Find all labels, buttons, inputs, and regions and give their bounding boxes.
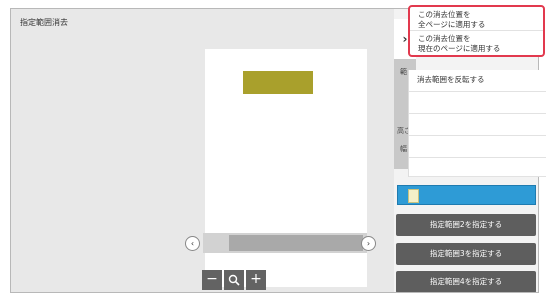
scroll-left-button[interactable]: ‹ bbox=[185, 236, 200, 251]
menu-item-label: 全ページに適用する bbox=[418, 20, 486, 29]
set-range4-button[interactable]: 指定範囲4を指定する bbox=[396, 271, 536, 292]
menu-item-blank bbox=[409, 114, 546, 136]
menu-item-blank bbox=[409, 158, 546, 177]
range1-tile[interactable] bbox=[397, 185, 536, 205]
document-icon bbox=[408, 189, 419, 203]
zoom-fit-button[interactable] bbox=[224, 270, 244, 290]
menu-item-label: この消去位置を bbox=[418, 34, 471, 43]
set-range2-button[interactable]: 指定範囲2を指定する bbox=[396, 214, 536, 236]
magnifier-icon bbox=[228, 274, 240, 286]
zoom-out-button[interactable]: − bbox=[202, 270, 222, 290]
erase-area[interactable] bbox=[243, 71, 313, 94]
menu-item-label: 現在のページに適用する bbox=[418, 44, 501, 53]
chevron-right-icon: › bbox=[402, 32, 408, 46]
menu-item-blank bbox=[409, 92, 546, 114]
menu-item-invert[interactable]: 消去範囲を反転する bbox=[409, 70, 546, 92]
set-range3-button[interactable]: 指定範囲3を指定する bbox=[396, 243, 536, 265]
zoom-in-button[interactable]: + bbox=[246, 270, 266, 290]
apply-menu: この消去位置を 全ページに適用する この消去位置を 現在のページに適用する bbox=[408, 5, 545, 57]
menu-item-blank bbox=[409, 136, 546, 158]
strip-label-width: 幅 bbox=[400, 145, 407, 153]
menu-lower: 消去範囲を反転する bbox=[408, 70, 546, 177]
menu-item-apply-current[interactable]: この消去位置を 現在のページに適用する bbox=[410, 31, 543, 55]
page-title: 指定範囲消去 bbox=[20, 18, 68, 27]
scrollbar-thumb[interactable] bbox=[229, 235, 363, 251]
menu-item-apply-all[interactable]: この消去位置を 全ページに適用する bbox=[410, 7, 543, 31]
horizontal-scrollbar[interactable] bbox=[203, 233, 367, 253]
strip-label-range: 範 bbox=[400, 68, 407, 76]
menu-item-label: この消去位置を bbox=[418, 10, 471, 19]
scroll-right-button[interactable]: › bbox=[361, 236, 376, 251]
